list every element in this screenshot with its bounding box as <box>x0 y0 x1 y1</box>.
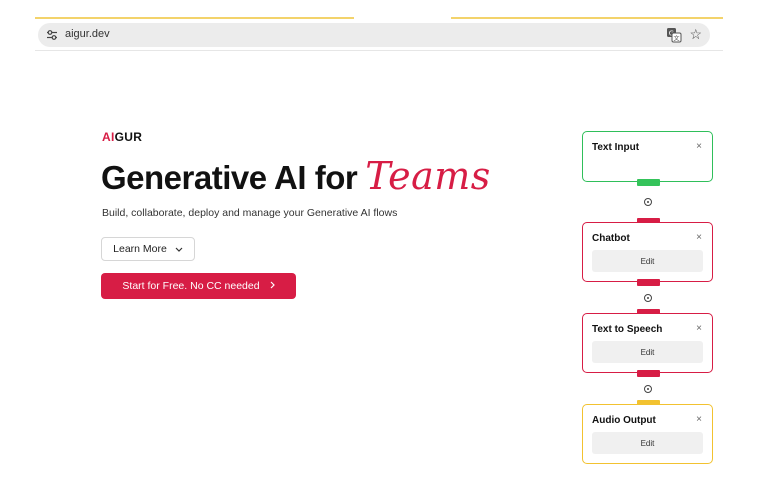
translate-icon[interactable]: G 文 <box>666 27 682 43</box>
start-free-button[interactable]: Start for Free. No CC needed <box>101 273 296 299</box>
tab-strip-line-right <box>451 17 723 19</box>
flow-node-title: Chatbot <box>592 233 630 244</box>
learn-more-button[interactable]: Learn More <box>101 237 195 261</box>
close-icon[interactable]: × <box>696 414 702 425</box>
flow-node-title: Audio Output <box>592 415 656 426</box>
svg-text:文: 文 <box>673 34 679 42</box>
url-text[interactable]: aigur.dev <box>65 28 110 40</box>
headline-script-text: Teams <box>365 154 491 198</box>
close-icon[interactable]: × <box>696 232 702 243</box>
brand-logo-accent: AI <box>102 130 115 144</box>
star-icon[interactable]: ☆ <box>689 25 702 43</box>
toolbar-divider <box>35 50 723 51</box>
start-free-label: Start for Free. No CC needed <box>122 280 260 292</box>
chevron-right-icon <box>270 280 275 292</box>
output-port[interactable] <box>637 179 660 186</box>
flow-node-chatbot[interactable]: Chatbot × Edit <box>582 222 713 282</box>
close-icon[interactable]: × <box>696 323 702 334</box>
flow-node-title: Text to Speech <box>592 324 663 335</box>
flow-node-title: Text Input <box>592 142 640 153</box>
connector-icon[interactable] <box>642 292 654 304</box>
chevron-down-icon <box>175 244 183 254</box>
edit-button[interactable]: Edit <box>592 432 703 454</box>
address-bar[interactable]: aigur.dev G 文 ☆ <box>38 23 710 47</box>
connector-icon[interactable] <box>642 196 654 208</box>
edit-button[interactable]: Edit <box>592 250 703 272</box>
flow-node-audio-output[interactable]: Audio Output × Edit <box>582 404 713 464</box>
flow-node-text-to-speech[interactable]: Text to Speech × Edit <box>582 313 713 373</box>
page-headline: Generative AI for Teams <box>101 154 491 198</box>
tab-strip-line-left <box>35 17 354 19</box>
brand-logo-rest: GUR <box>114 130 143 144</box>
brand-logo[interactable]: AIGUR <box>102 130 142 144</box>
headline-main-text: Generative AI for <box>101 159 358 196</box>
output-port[interactable] <box>637 279 660 286</box>
page-subtitle: Build, collaborate, deploy and manage yo… <box>102 207 398 219</box>
output-port[interactable] <box>637 370 660 377</box>
connector-icon[interactable] <box>642 383 654 395</box>
flow-node-text-input[interactable]: Text Input × <box>582 131 713 182</box>
edit-button[interactable]: Edit <box>592 341 703 363</box>
learn-more-label: Learn More <box>113 243 167 255</box>
close-icon[interactable]: × <box>696 141 702 152</box>
tune-icon[interactable] <box>44 27 60 43</box>
